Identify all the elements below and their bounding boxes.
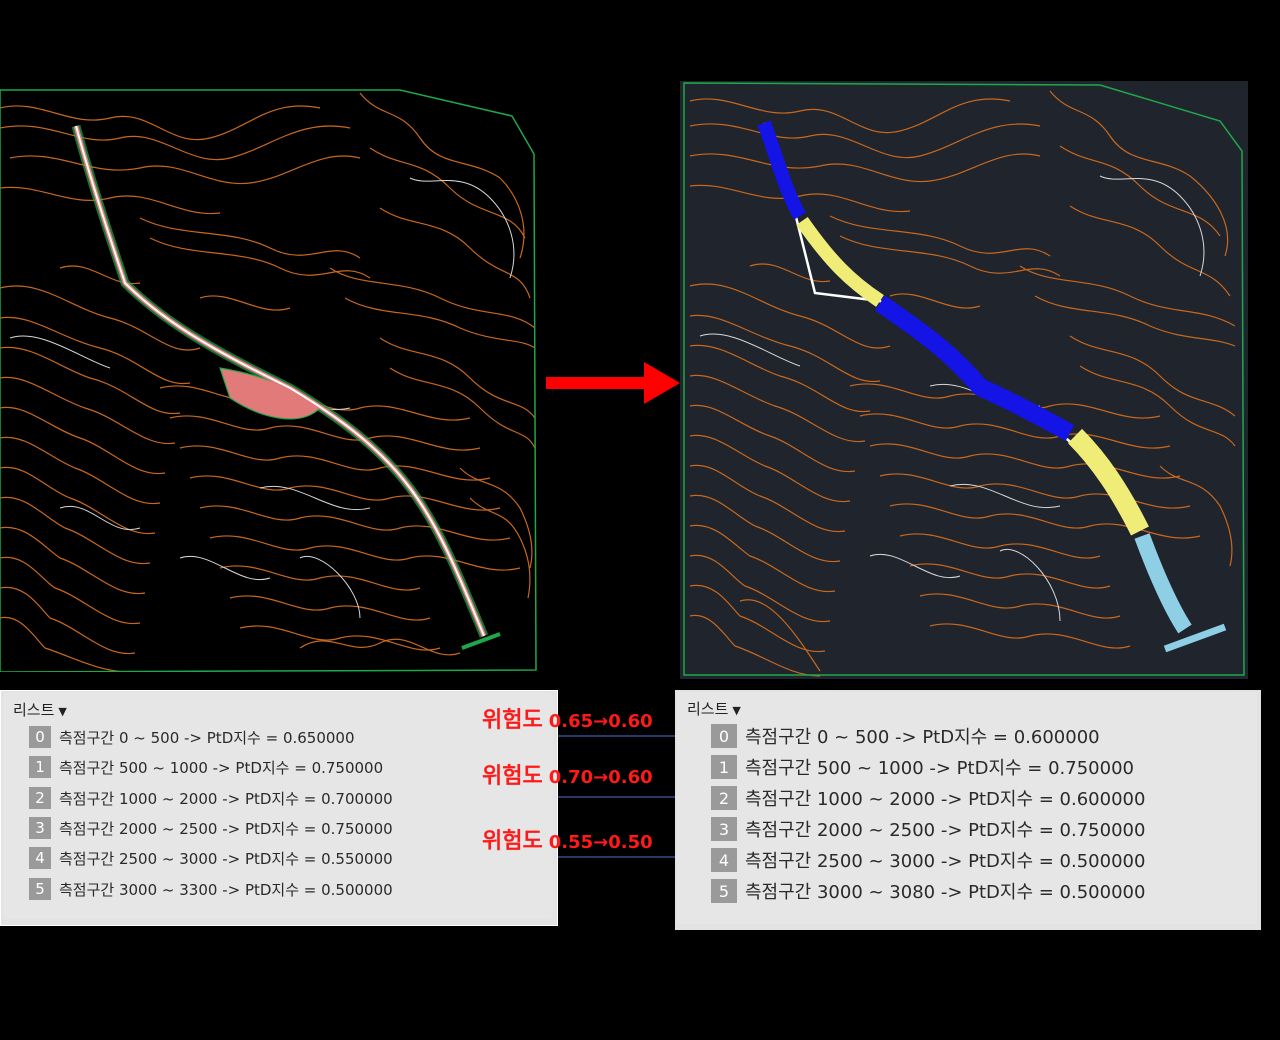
list-item[interactable]: 1 측점구간 500 ~ 1000 -> PtD지수 = 0.750000 <box>711 755 1134 779</box>
row-index: 5 <box>711 879 737 903</box>
row-text: 측점구간 1000 ~ 2000 -> PtD지수 = 0.700000 <box>59 789 393 808</box>
list-item[interactable]: 0 측점구간 0 ~ 500 -> PtD지수 = 0.600000 <box>711 724 1100 748</box>
list-item[interactable]: 2 측점구간 1000 ~ 2000 -> PtD지수 = 0.600000 <box>711 786 1145 810</box>
row-index: 5 <box>29 878 51 900</box>
risk-change-value: 0.55→0.50 <box>548 832 653 853</box>
row-text: 측점구간 2000 ~ 2500 -> PtD지수 = 0.750000 <box>59 819 393 838</box>
row-index: 1 <box>711 755 737 779</box>
row-text: 측점구간 500 ~ 1000 -> PtD지수 = 0.750000 <box>59 758 384 777</box>
list-panel-body: 리스트 ▼ 0 측점구간 0 ~ 500 -> PtD지수 = 0.600000 1… <box>677 692 1257 924</box>
list-item[interactable]: 4 측점구간 2500 ~ 3000 -> PtD지수 = 0.500000 <box>711 848 1145 872</box>
row-index: 0 <box>711 724 737 748</box>
list-panel-body: 리스트 ▼ 0 측점구간 0 ~ 500 -> PtD지수 = 0.650000 1… <box>3 693 553 919</box>
risk-change-value: 0.65→0.60 <box>548 711 653 732</box>
list-item[interactable]: 5 측점구간 3000 ~ 3300 -> PtD지수 = 0.500000 <box>29 877 393 901</box>
risk-label: 위험도 <box>482 764 543 789</box>
row-index: 0 <box>29 726 51 748</box>
caret-down-icon[interactable]: ▼ <box>732 704 740 717</box>
row-index: 4 <box>711 848 737 872</box>
row-index: 3 <box>711 817 737 841</box>
row-index: 2 <box>711 786 737 810</box>
list-panel-before: 리스트 ▼ 0 측점구간 0 ~ 500 -> PtD지수 = 0.650000 1… <box>0 690 558 926</box>
list-header[interactable]: 리스트 ▼ <box>687 698 741 719</box>
list-item[interactable]: 1 측점구간 500 ~ 1000 -> PtD지수 = 0.750000 <box>29 755 383 779</box>
row-index: 3 <box>29 817 51 839</box>
list-panel-after: 리스트 ▼ 0 측점구간 0 ~ 500 -> PtD지수 = 0.600000 1… <box>675 690 1261 930</box>
list-title: 리스트 <box>687 700 729 718</box>
list-item[interactable]: 3 측점구간 2000 ~ 2500 -> PtD지수 = 0.750000 <box>711 817 1145 841</box>
row-text: 측점구간 2500 ~ 3000 -> PtD지수 = 0.500000 <box>745 851 1146 872</box>
row-text: 측점구간 2500 ~ 3000 -> PtD지수 = 0.550000 <box>59 849 393 868</box>
row-text: 측점구간 0 ~ 500 -> PtD지수 = 0.650000 <box>59 728 355 747</box>
list-item[interactable]: 3 측점구간 2000 ~ 2500 -> PtD지수 = 0.750000 <box>29 816 393 840</box>
risk-change-label: 위험도 0.70→0.60 <box>482 758 653 790</box>
list-item[interactable]: 4 측점구간 2500 ~ 3000 -> PtD지수 = 0.550000 <box>29 846 393 870</box>
caret-down-icon[interactable]: ▼ <box>58 705 66 718</box>
list-title: 리스트 <box>13 701 55 719</box>
risk-label: 위험도 <box>482 708 543 733</box>
risk-label: 위험도 <box>482 829 543 854</box>
row-text: 측점구간 1000 ~ 2000 -> PtD지수 = 0.600000 <box>745 789 1146 810</box>
row-text: 측점구간 500 ~ 1000 -> PtD지수 = 0.750000 <box>745 758 1134 779</box>
risk-change-value: 0.70→0.60 <box>548 767 653 788</box>
row-index: 1 <box>29 756 51 778</box>
risk-change-label: 위험도 0.65→0.60 <box>482 702 653 734</box>
list-item[interactable]: 2 측점구간 1000 ~ 2000 -> PtD지수 = 0.700000 <box>29 786 393 810</box>
row-text: 측점구간 3000 ~ 3080 -> PtD지수 = 0.500000 <box>745 882 1146 903</box>
row-text: 측점구간 3000 ~ 3300 -> PtD지수 = 0.500000 <box>59 880 393 899</box>
row-index: 4 <box>29 847 51 869</box>
row-index: 2 <box>29 787 51 809</box>
list-header[interactable]: 리스트 ▼ <box>13 699 67 720</box>
row-text: 측점구간 2000 ~ 2500 -> PtD지수 = 0.750000 <box>745 820 1146 841</box>
list-item[interactable]: 0 측점구간 0 ~ 500 -> PtD지수 = 0.650000 <box>29 725 355 749</box>
risk-change-label: 위험도 0.55→0.50 <box>482 823 653 855</box>
row-text: 측점구간 0 ~ 500 -> PtD지수 = 0.600000 <box>745 727 1100 748</box>
list-item[interactable]: 5 측점구간 3000 ~ 3080 -> PtD지수 = 0.500000 <box>711 879 1145 903</box>
